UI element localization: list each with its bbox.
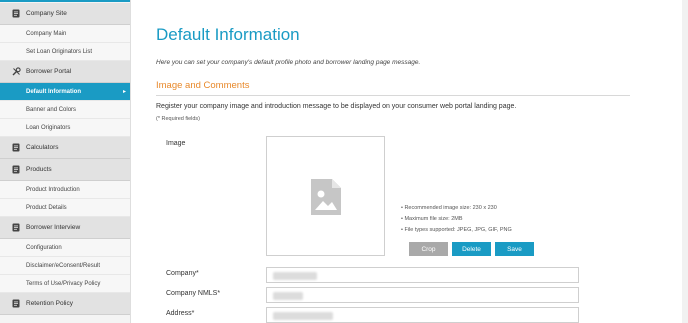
- page-intro: Here you can set your company's default …: [156, 59, 421, 66]
- document-icon: [11, 143, 21, 153]
- sidebar-item-product-introduction[interactable]: Product Introduction: [0, 181, 130, 199]
- file-types-note: • File types supported: JPEG, JPG, GIF, …: [401, 227, 512, 233]
- sidebar-section-label: Company Site: [26, 10, 67, 17]
- address-field[interactable]: [266, 307, 579, 323]
- document-icon: [11, 223, 21, 233]
- image-actions: Crop Delete Save: [409, 242, 534, 256]
- sidebar-item-default-information[interactable]: Default Information ▸: [0, 83, 130, 101]
- sidebar-section-products[interactable]: Products: [0, 159, 130, 181]
- sidebar-section-label: Retention Policy: [26, 300, 73, 307]
- sidebar-item-label: Default Information: [26, 88, 81, 95]
- section-divider: [156, 95, 630, 96]
- sidebar-item-banner-and-colors[interactable]: Banner and Colors: [0, 101, 130, 119]
- chevron-right-icon: ▸: [122, 89, 126, 95]
- sidebar-item-product-details[interactable]: Product Details: [0, 199, 130, 217]
- sidebar-section-company-site[interactable]: Company Site: [0, 3, 130, 25]
- sidebar-item-loan-originators[interactable]: Loan Originators: [0, 119, 130, 137]
- sidebar-section-label: Calculators: [26, 144, 59, 151]
- redacted-value: [273, 292, 303, 300]
- sidebar-item-label: Banner and Colors: [26, 106, 77, 113]
- document-icon: [11, 299, 21, 309]
- sidebar-item-company-main[interactable]: Company Main: [0, 25, 130, 43]
- image-size-note: • Recommended image size: 230 x 230: [401, 205, 497, 211]
- sidebar-section-label: Products: [26, 166, 52, 173]
- redacted-value: [273, 312, 333, 320]
- crop-button[interactable]: Crop: [409, 242, 448, 256]
- sidebar-item-label: Loan Originators: [26, 124, 71, 131]
- sidebar-item-label: Company Main: [26, 30, 67, 37]
- image-upload-box[interactable]: [266, 136, 385, 256]
- image-label: Image: [166, 140, 186, 147]
- sidebar-item-set-loan-originators-list[interactable]: Set Loan Originators List: [0, 43, 130, 61]
- document-icon: [11, 9, 21, 19]
- delete-button[interactable]: Delete: [452, 242, 491, 256]
- save-button[interactable]: Save: [495, 242, 534, 256]
- address-label: Address*: [166, 310, 195, 317]
- company-nmls-label: Company NMLS*: [166, 290, 221, 297]
- sidebar-section-borrower-portal[interactable]: Borrower Portal: [0, 61, 130, 83]
- image-placeholder-icon: [309, 177, 343, 222]
- file-size-note: • Maximum file size: 2MB: [401, 216, 463, 222]
- sidebar-item-label: Product Introduction: [26, 186, 80, 193]
- document-icon: [11, 165, 21, 175]
- company-nmls-field[interactable]: [266, 287, 579, 303]
- page-scrollbar[interactable]: [682, 0, 688, 323]
- main-content: Default Information Here you can set you…: [131, 0, 682, 323]
- section-title: Image and Comments: [156, 80, 250, 91]
- redacted-value: [273, 272, 317, 280]
- sidebar: Company Site Company Main Set Loan Origi…: [0, 0, 131, 323]
- image-requirements: • Recommended image size: 230 x 230 • Ma…: [401, 203, 512, 236]
- sidebar-item-disclaimer[interactable]: Disclaimer/eConsent/Result: [0, 257, 130, 275]
- register-description: Register your company image and introduc…: [156, 103, 517, 110]
- tools-icon: [11, 67, 21, 77]
- sidebar-item-label: Configuration: [26, 244, 62, 251]
- company-label: Company*: [166, 270, 199, 277]
- sidebar-item-label: Set Loan Originators List: [26, 48, 93, 55]
- sidebar-item-terms-of-use[interactable]: Terms of Use/Privacy Policy: [0, 275, 130, 293]
- sidebar-item-label: Disclaimer/eConsent/Result: [26, 262, 101, 269]
- sidebar-section-retention-policy[interactable]: Retention Policy: [0, 293, 130, 315]
- required-note: (* Required fields): [156, 116, 201, 122]
- sidebar-section-label: Borrower Portal: [26, 68, 72, 75]
- sidebar-top-accent: [0, 0, 130, 2]
- sidebar-item-label: Product Details: [26, 204, 67, 211]
- sidebar-section-borrower-interview[interactable]: Borrower Interview: [0, 217, 130, 239]
- sidebar-section-label: Borrower Interview: [26, 224, 81, 231]
- page-title: Default Information: [156, 25, 300, 44]
- sidebar-item-label: Terms of Use/Privacy Policy: [26, 280, 101, 287]
- company-field[interactable]: [266, 267, 579, 283]
- sidebar-section-calculators[interactable]: Calculators: [0, 137, 130, 159]
- sidebar-item-configuration[interactable]: Configuration: [0, 239, 130, 257]
